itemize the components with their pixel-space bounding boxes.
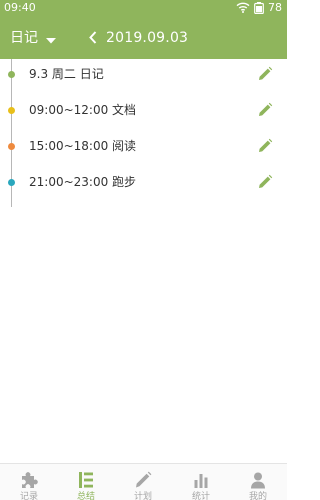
header: 日记 2019.09.03: [0, 23, 287, 53]
tab-summary[interactable]: 总结: [57, 464, 115, 500]
bar-chart-icon: [191, 470, 211, 490]
battery-level: 78: [268, 1, 282, 14]
app-screen: 09:40 78 日记 2019.09.03 9.3 周二 日记 09:00~1…: [0, 0, 287, 500]
timeline: 9.3 周二 日记 09:00~12:00 文档 15:00~18:00 阅读 …: [0, 59, 287, 207]
pencil-icon[interactable]: [257, 102, 273, 118]
timeline-dot: [8, 107, 15, 114]
list-icon: [76, 470, 96, 490]
date-nav[interactable]: 2019.09.03: [89, 26, 188, 50]
pencil-icon[interactable]: [257, 174, 273, 190]
tab-plan[interactable]: 计划: [114, 464, 172, 500]
tab-label: 总结: [76, 492, 95, 500]
timeline-entry: 09:00~12:00 文档: [0, 95, 287, 131]
tab-label: 我的: [248, 492, 267, 500]
timeline-dot: [8, 179, 15, 186]
timeline-entry: 21:00~23:00 跑步: [0, 167, 287, 203]
view-label: 日记: [10, 30, 38, 46]
entry-title: 21:00~23:00 跑步: [29, 175, 137, 189]
puzzle-icon: [19, 470, 39, 490]
tab-stats[interactable]: 统计: [172, 464, 230, 500]
wifi-icon: [236, 2, 250, 13]
entry-title: 9.3 周二 日记: [29, 67, 104, 81]
timeline-entry: 15:00~18:00 阅读: [0, 131, 287, 167]
tab-label: 记录: [19, 492, 38, 500]
timeline-dot: [8, 143, 15, 150]
battery-icon: [254, 1, 264, 14]
tab-record[interactable]: 记录: [0, 464, 58, 500]
pencil-icon[interactable]: [257, 138, 273, 154]
current-date: 2019.09.03: [106, 30, 189, 46]
tab-label: 计划: [133, 492, 152, 500]
chevron-left-icon[interactable]: [89, 29, 97, 48]
entry-title: 09:00~12:00 文档: [29, 103, 137, 117]
timeline-entry: 9.3 周二 日记: [0, 59, 287, 95]
caret-down-icon: [46, 29, 56, 48]
view-dropdown[interactable]: 日记: [10, 26, 56, 50]
pencil-icon: [133, 470, 153, 490]
entry-title: 15:00~18:00 阅读: [29, 139, 137, 153]
pencil-icon[interactable]: [257, 66, 273, 82]
tab-label: 统计: [191, 492, 210, 500]
tab-profile[interactable]: 我的: [229, 464, 287, 500]
timeline-dot: [8, 71, 15, 78]
status-icons: 78: [236, 1, 282, 14]
status-time: 09:40: [4, 1, 36, 14]
bottom-tab-bar: 记录 总结 计划 统计 我的: [0, 463, 287, 500]
person-icon: [248, 470, 268, 490]
top-bar: 09:40 78 日记 2019.09.03: [0, 0, 287, 59]
